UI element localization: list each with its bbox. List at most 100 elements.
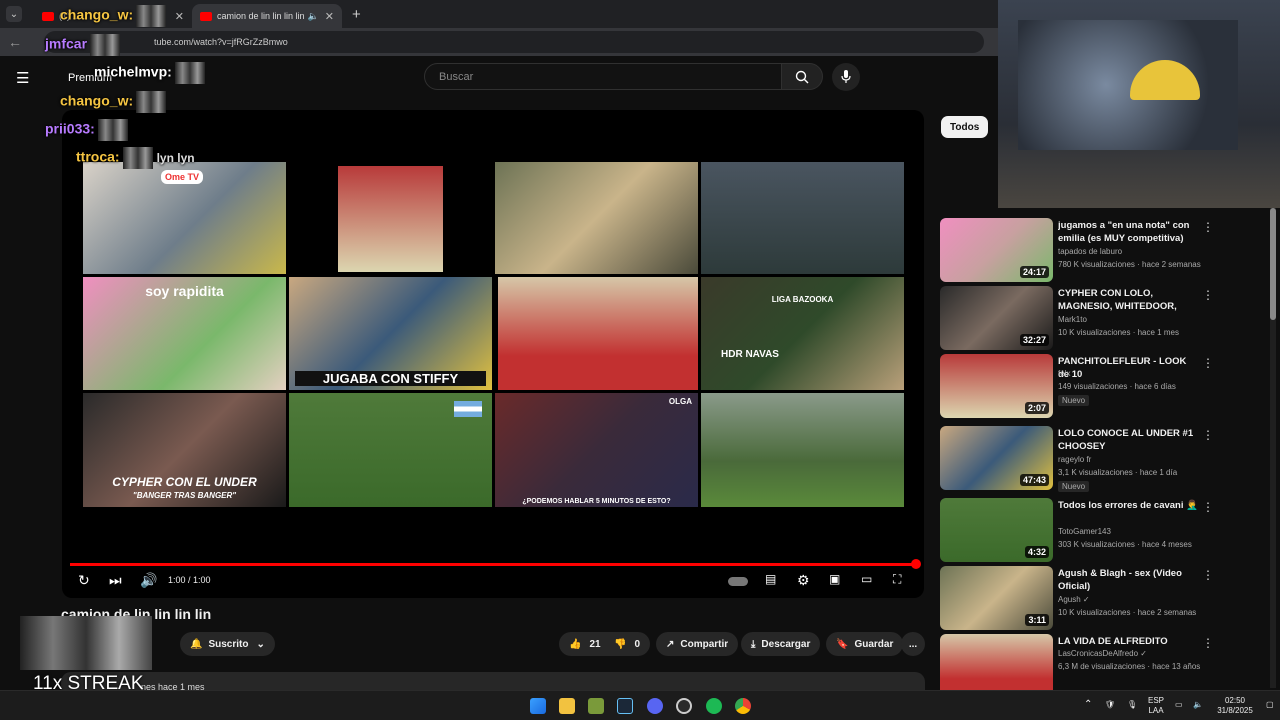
- spotify-icon[interactable]: [706, 698, 722, 714]
- voice-search-button[interactable]: [832, 63, 860, 91]
- thumb-caption: JUGABA CON STIFFY: [295, 371, 486, 386]
- chat-message: chango_w:: [60, 5, 167, 27]
- dislike-count: 0: [634, 638, 641, 650]
- youtube-favicon-icon: [200, 11, 212, 21]
- replay-icon[interactable]: ↻: [78, 572, 90, 589]
- menu-icon[interactable]: ☰: [16, 69, 32, 87]
- recommendation-channel[interactable]: LasCronicasDeAlfredo ✓: [1058, 649, 1147, 658]
- fullscreen-icon[interactable]: ⛶: [893, 572, 901, 587]
- recommendation-channel[interactable]: TotoGamer143: [1058, 527, 1111, 536]
- close-tab-icon[interactable]: ✕: [325, 10, 334, 23]
- game-app-icon[interactable]: [588, 698, 604, 714]
- autoplay-toggle[interactable]: [728, 577, 748, 586]
- recommendation-channel[interactable]: Mark1to: [1058, 315, 1087, 324]
- recommendation-thumbnail[interactable]: [940, 634, 1053, 698]
- windows-start-icon[interactable]: [530, 698, 546, 714]
- recommendation-thumbnail[interactable]: 24:17: [940, 218, 1053, 282]
- recommendation-title[interactable]: Agush & Blagh - sex (Video Oficial): [1058, 567, 1198, 593]
- duration-badge: 2:07: [1024, 402, 1049, 414]
- clock[interactable]: 02:50 31/8/2025: [1210, 696, 1260, 716]
- next-icon[interactable]: ⏭: [109, 572, 122, 589]
- more-vertical-icon[interactable]: ⋮: [1202, 428, 1214, 442]
- more-vertical-icon[interactable]: ⋮: [1202, 220, 1214, 234]
- more-vertical-icon[interactable]: ⋮: [1202, 288, 1214, 302]
- network-icon[interactable]: ▭: [1175, 700, 1183, 710]
- settings-gear-icon[interactable]: ⚙: [797, 572, 810, 589]
- filter-chip-all[interactable]: Todos: [941, 116, 989, 138]
- grid-thumb-2: [338, 166, 443, 272]
- recommendation-channel[interactable]: Agush ✓: [1058, 595, 1090, 604]
- recommendation-channel[interactable]: tapados de laburo: [1058, 247, 1122, 256]
- recommendation-channel[interactable]: rageylo fr: [1058, 455, 1091, 464]
- more-actions-button[interactable]: ...: [901, 632, 925, 656]
- recommendation-item[interactable]: 32:27 CYPHER CON LOLO, MAGNESIO, WHITEDOO…: [940, 286, 1270, 352]
- chrome-icon[interactable]: [735, 698, 751, 714]
- progress-bar[interactable]: [70, 559, 921, 569]
- speaker-icon[interactable]: 🔈: [1193, 700, 1203, 710]
- download-button[interactable]: ⤓ Descargar: [741, 632, 821, 656]
- language-indicator[interactable]: ESP LAA: [1148, 696, 1164, 716]
- recommendation-channel[interactable]: felx: [1058, 369, 1070, 378]
- new-tab-button[interactable]: +: [352, 6, 361, 23]
- recommendation-item[interactable]: 2:07 PANCHITOLEFLEUR - LOOK de 10 felx 149 …: [940, 354, 1270, 420]
- sidebar-scrollbar[interactable]: [1270, 208, 1276, 688]
- new-badge: Nuevo: [1058, 481, 1090, 492]
- recommendation-thumbnail[interactable]: 47:43: [940, 426, 1053, 490]
- argentina-flag-icon: [454, 401, 482, 417]
- tray-microphone-icon[interactable]: 🎙: [1127, 700, 1137, 710]
- back-arrow-icon[interactable]: ←: [8, 34, 24, 50]
- notifications-icon[interactable]: ▢: [1266, 700, 1274, 710]
- recommendation-title[interactable]: LA VIDA DE ALFREDITO: [1058, 635, 1198, 648]
- recommendation-thumbnail[interactable]: 4:32: [940, 498, 1053, 562]
- volume-icon[interactable]: 🔊: [140, 572, 157, 589]
- more-vertical-icon[interactable]: ⋮: [1202, 568, 1214, 582]
- tab-search-button[interactable]: ⌄: [6, 6, 22, 22]
- recommendation-thumbnail[interactable]: 3:11: [940, 566, 1053, 630]
- grid-thumb-7: [498, 277, 698, 390]
- more-vertical-icon[interactable]: ⋮: [1202, 356, 1214, 370]
- subscribe-label: Suscrito: [208, 638, 249, 650]
- recommendation-item[interactable]: 4:32 Todos los errores de cavani 🤦‍♂️ Toto…: [940, 498, 1270, 564]
- bell-icon: 🔔: [190, 638, 203, 650]
- recommendation-title[interactable]: CYPHER CON LOLO, MAGNESIO, WHITEDOOR, JO…: [1058, 287, 1198, 314]
- tray-shield-icon[interactable]: 🛡: [1105, 700, 1115, 710]
- recommendation-thumbnail[interactable]: 32:27: [940, 286, 1053, 350]
- more-vertical-icon[interactable]: ⋮: [1202, 636, 1214, 650]
- youtube-favicon-icon: [42, 11, 54, 21]
- miniplayer-icon[interactable]: ▣: [829, 572, 840, 586]
- recommendation-meta: 10 K visualizaciones · hace 2 semanas: [1058, 608, 1197, 617]
- recommendation-title[interactable]: LOLO CONOCE AL UNDER #1 CHOOSEY: [1058, 427, 1198, 453]
- share-button[interactable]: ↗ Compartir: [656, 632, 739, 656]
- theater-mode-icon[interactable]: ▭: [861, 572, 872, 586]
- obs-icon[interactable]: [676, 698, 692, 714]
- recommendation-title[interactable]: PANCHITOLEFLEUR - LOOK de 10: [1058, 355, 1198, 381]
- thumb-caption: ¿PODEMOS HABLAR 5 MINUTOS DE ESTO?: [522, 498, 671, 505]
- more-vertical-icon[interactable]: ⋮: [1202, 500, 1214, 514]
- recommendation-item[interactable]: 3:11 Agush & Blagh - sex (Video Oficial) A…: [940, 566, 1270, 632]
- discord-icon[interactable]: [647, 698, 663, 714]
- subscribe-button[interactable]: 🔔 Suscrito ⌄: [180, 632, 275, 656]
- recommendation-title[interactable]: jugamos a "en una nota" con emilia (es M…: [1058, 219, 1198, 245]
- search-input[interactable]: Buscar: [424, 63, 782, 90]
- dislike-button[interactable]: 👎 0: [606, 632, 651, 656]
- url-field[interactable]: tube.com/watch?v=jfRGrZzBmwo: [44, 31, 984, 53]
- recommendation-item[interactable]: 47:43 LOLO CONOCE AL UNDER #1 CHOOSEY rage…: [940, 426, 1270, 492]
- recommendation-item[interactable]: 24:17 jugamos a "en una nota" con emilia …: [940, 218, 1270, 284]
- speaker-icon[interactable]: 🔈: [308, 11, 319, 22]
- chat-username: jmfcar: [45, 35, 88, 52]
- scrubber-handle[interactable]: [911, 559, 921, 569]
- recommendation-title[interactable]: Todos los errores de cavani 🤦‍♂️: [1058, 499, 1198, 512]
- save-button[interactable]: 🔖 Guardar: [826, 632, 904, 656]
- like-button[interactable]: 👍 21: [559, 632, 609, 656]
- recommendation-thumbnail[interactable]: 2:07: [940, 354, 1053, 418]
- tray-chevron-icon[interactable]: ⌃: [1084, 700, 1092, 710]
- grid-thumb-3: [495, 162, 698, 274]
- close-tab-icon[interactable]: ✕: [175, 10, 184, 23]
- search-button[interactable]: [781, 63, 823, 90]
- scrollbar-thumb[interactable]: [1270, 208, 1276, 320]
- steam-icon[interactable]: [617, 698, 633, 714]
- tab-active[interactable]: camion de lin lin lin lin - YouTube 🔈 ✕: [192, 4, 342, 28]
- subtitles-icon[interactable]: ▤: [765, 572, 776, 586]
- file-explorer-icon[interactable]: [559, 698, 575, 714]
- video-player[interactable]: Ome TV soy rapidita JUGABA CON STIFFY LI…: [62, 110, 924, 598]
